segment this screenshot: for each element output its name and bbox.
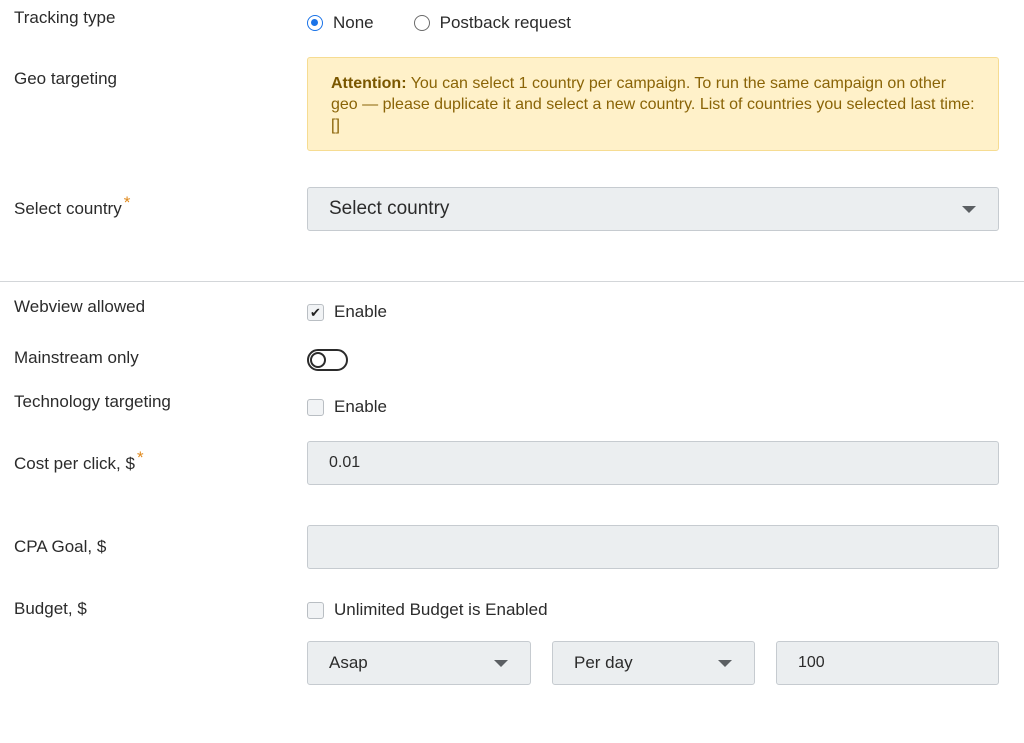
select-country-label: Select country * bbox=[14, 193, 130, 219]
tracking-type-label: Tracking type bbox=[14, 8, 116, 27]
select-country-label-text: Select country bbox=[14, 199, 122, 218]
tracking-type-radio-group: None Postback request bbox=[307, 12, 611, 34]
budget-pacing-value: Asap bbox=[329, 653, 368, 672]
budget-amount-input[interactable]: 100 bbox=[776, 641, 999, 685]
toggle-knob bbox=[310, 352, 326, 368]
radio-unselected-icon[interactable] bbox=[413, 15, 430, 31]
webview-allowed-label: Webview allowed bbox=[14, 297, 146, 316]
geo-attention-alert: Attention: You can select 1 country per … bbox=[307, 57, 999, 151]
radio-selected-icon[interactable] bbox=[307, 15, 323, 31]
cpa-goal-label: CPA Goal, $ bbox=[14, 537, 107, 556]
unlimited-budget-checkbox[interactable]: Unlimited Budget is Enabled bbox=[307, 599, 548, 621]
tracking-option-none-label: None bbox=[333, 13, 374, 32]
budget-period-select[interactable]: Per day bbox=[552, 641, 755, 685]
budget-period-value: Per day bbox=[574, 653, 633, 672]
checkbox-unchecked-icon[interactable] bbox=[307, 398, 324, 416]
section-divider bbox=[0, 281, 1024, 282]
chevron-down-icon bbox=[962, 206, 976, 213]
chevron-down-icon bbox=[718, 660, 732, 667]
chevron-down-icon bbox=[494, 660, 508, 667]
cost-per-click-label-text: Cost per click, $ bbox=[14, 454, 135, 473]
cpa-goal-input[interactable] bbox=[307, 525, 999, 569]
cost-per-click-input[interactable]: 0.01 bbox=[307, 441, 999, 485]
technology-enable-label: Enable bbox=[334, 397, 387, 416]
alert-body-text: You can select 1 country per campaign. T… bbox=[331, 75, 975, 134]
alert-strong-text: Attention: bbox=[331, 75, 407, 92]
checkbox-checked-icon[interactable]: ✔ bbox=[307, 303, 324, 321]
technology-targeting-label: Technology targeting bbox=[14, 392, 171, 411]
tracking-option-postback[interactable]: Postback request bbox=[413, 13, 571, 33]
cost-per-click-value: 0.01 bbox=[329, 454, 361, 471]
mainstream-toggle[interactable] bbox=[307, 349, 348, 371]
budget-amount-value: 100 bbox=[798, 654, 825, 671]
country-select[interactable]: Select country bbox=[307, 187, 999, 231]
geo-targeting-label: Geo targeting bbox=[14, 69, 118, 88]
unlimited-budget-label: Unlimited Budget is Enabled bbox=[334, 600, 548, 619]
tracking-option-none[interactable]: None bbox=[307, 13, 374, 33]
budget-pacing-select[interactable]: Asap bbox=[307, 641, 531, 685]
webview-enable-label: Enable bbox=[334, 302, 387, 321]
country-select-value: Select country bbox=[329, 198, 450, 219]
required-asterisk: * bbox=[136, 448, 144, 467]
budget-label: Budget, $ bbox=[14, 599, 87, 618]
cost-per-click-label: Cost per click, $ * bbox=[14, 448, 144, 474]
technology-enable-checkbox[interactable]: Enable bbox=[307, 396, 387, 418]
mainstream-only-label: Mainstream only bbox=[14, 348, 139, 367]
required-asterisk: * bbox=[123, 193, 131, 212]
tracking-option-postback-label: Postback request bbox=[439, 13, 571, 32]
checkbox-unchecked-icon[interactable] bbox=[307, 601, 324, 619]
webview-enable-checkbox[interactable]: ✔ Enable bbox=[307, 301, 387, 323]
